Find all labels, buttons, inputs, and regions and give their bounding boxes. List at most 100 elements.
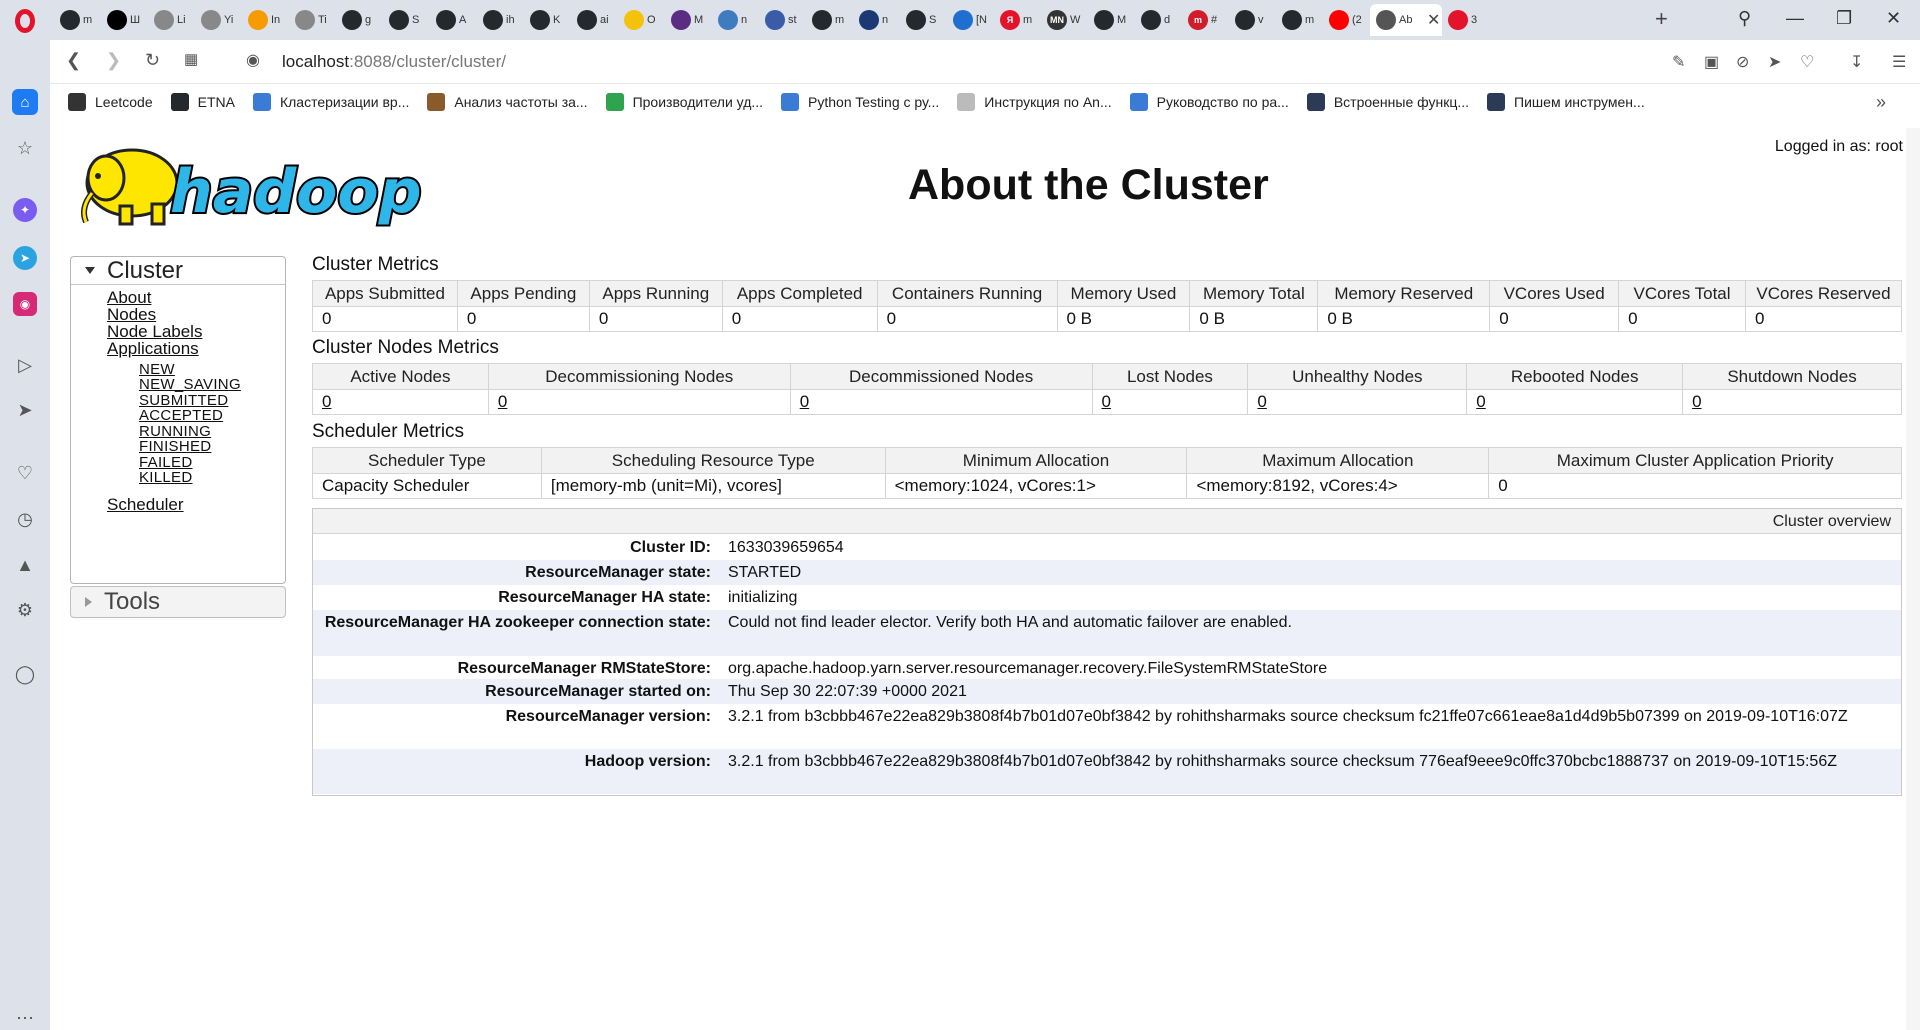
browser-tab[interactable]: Ti xyxy=(289,4,336,36)
column-header[interactable]: Active Nodes xyxy=(312,363,489,390)
column-header[interactable]: Apps Pending xyxy=(456,280,590,307)
browser-tab[interactable]: 3 xyxy=(1442,4,1489,36)
metric-value[interactable]: 0 xyxy=(1247,389,1468,415)
metric-value[interactable]: 0 xyxy=(1682,389,1902,415)
browser-tab[interactable]: Яm xyxy=(994,4,1041,36)
search-tabs-icon[interactable]: ⚲ xyxy=(1738,8,1751,29)
browser-tab[interactable]: M xyxy=(1088,4,1135,36)
browser-tab[interactable]: ih xyxy=(477,4,524,36)
bookmark-item[interactable]: ETNA xyxy=(170,93,235,111)
instagram-icon[interactable]: ◉ xyxy=(13,292,37,316)
metric-value[interactable]: 0 xyxy=(487,389,791,415)
close-window-button[interactable]: ✕ xyxy=(1886,8,1901,29)
bookmarks-more-icon[interactable]: » xyxy=(1876,92,1896,113)
column-header[interactable]: Minimum Allocation xyxy=(884,447,1188,474)
column-header[interactable]: Scheduling Resource Type xyxy=(540,447,886,474)
column-header[interactable]: Decommissioning Nodes xyxy=(487,363,791,390)
column-header[interactable]: Memory Reserved xyxy=(1317,280,1491,307)
metric-value[interactable]: 0 xyxy=(1091,389,1249,415)
column-header[interactable]: Unhealthy Nodes xyxy=(1247,363,1468,390)
browser-tab[interactable]: m # xyxy=(1182,4,1229,36)
browser-tab[interactable]: v xyxy=(1229,4,1276,36)
browser-tab[interactable]: st xyxy=(759,4,806,36)
home-icon[interactable]: ⌂ xyxy=(12,89,38,115)
column-header[interactable]: Apps Running xyxy=(588,280,723,307)
column-header[interactable]: Containers Running xyxy=(876,280,1058,307)
browser-tab[interactable]: MN W xyxy=(1041,4,1088,36)
bookmark-item[interactable]: Руководство по ра... xyxy=(1129,93,1289,111)
bookmark-item[interactable]: Инструкция по An... xyxy=(957,93,1112,111)
column-header[interactable]: Lost Nodes xyxy=(1091,363,1249,390)
telegram-icon[interactable]: ➤ xyxy=(13,246,37,270)
tools-nav-header[interactable]: Tools xyxy=(70,586,286,618)
browser-tab[interactable]: g xyxy=(336,4,383,36)
snapshot-icon[interactable]: ▣ xyxy=(1704,52,1719,72)
cluster-nav-header[interactable]: Cluster xyxy=(71,257,285,285)
browser-tab[interactable]: In xyxy=(242,4,289,36)
browser-tab[interactable]: m xyxy=(1276,4,1323,36)
browser-tab[interactable]: Li xyxy=(148,4,195,36)
column-header[interactable]: VCores Reserved xyxy=(1744,280,1903,307)
restore-button[interactable]: ❐ xyxy=(1836,8,1852,29)
browser-tab[interactable]: d xyxy=(1135,4,1182,36)
history-clock-icon[interactable]: ◷ xyxy=(13,507,37,531)
forward-button[interactable]: ❯ xyxy=(106,50,121,71)
nav-link-app-new-saving[interactable]: NEW_SAVING xyxy=(139,376,241,393)
nav-link-applications[interactable]: Applications xyxy=(107,339,199,359)
download-icon[interactable]: ↧ xyxy=(1850,52,1863,72)
extensions-cube-icon[interactable]: ▲ xyxy=(13,553,37,577)
nav-link-app-accepted[interactable]: ACCEPTED xyxy=(139,407,223,424)
bookmark-item[interactable]: Кластеризации вр... xyxy=(252,93,409,111)
column-header[interactable]: Memory Total xyxy=(1189,280,1319,307)
send-icon[interactable]: ➤ xyxy=(1768,52,1781,72)
minimize-button[interactable]: — xyxy=(1786,8,1804,29)
bookmark-item[interactable]: Python Testing с ру... xyxy=(781,93,939,111)
browser-tab[interactable]: O xyxy=(618,4,665,36)
browser-tab[interactable]: m xyxy=(54,4,101,36)
opera-logo-icon[interactable] xyxy=(8,6,42,36)
nav-link-scheduler[interactable]: Scheduler xyxy=(107,495,184,515)
column-header[interactable]: Scheduler Type xyxy=(312,447,542,474)
site-info-icon[interactable]: ◉ xyxy=(246,50,260,70)
browser-tab[interactable]: S xyxy=(900,4,947,36)
player-icon[interactable]: ▷ xyxy=(13,353,37,377)
browser-tab[interactable]: (2 xyxy=(1323,4,1370,36)
column-header[interactable]: Maximum Cluster Application Priority xyxy=(1488,447,1902,474)
column-header[interactable]: Apps Completed xyxy=(721,280,878,307)
tips-bulb-icon[interactable]: ◯ xyxy=(13,662,37,686)
browser-tab-active[interactable]: Ab ✕ xyxy=(1370,4,1442,36)
bookmarks-star-icon[interactable]: ☆ xyxy=(13,136,37,160)
bookmark-item[interactable]: Встроенные функц... xyxy=(1306,93,1469,111)
browser-tab[interactable]: n xyxy=(853,4,900,36)
nav-link-app-finished[interactable]: FINISHED xyxy=(139,438,211,455)
browser-tab[interactable]: n xyxy=(712,4,759,36)
browser-tab[interactable]: ai xyxy=(571,4,618,36)
reload-button[interactable]: ↻ xyxy=(145,50,160,71)
bookmark-item[interactable]: Пишем инструмен... xyxy=(1487,93,1645,111)
adblock-icon[interactable]: ⊘ xyxy=(1736,52,1749,72)
browser-tab[interactable]: Yi xyxy=(195,4,242,36)
bookmark-item[interactable]: Leetcode xyxy=(68,93,153,111)
close-tab-icon[interactable]: ✕ xyxy=(1427,10,1440,30)
speed-dial-icon[interactable]: ▦ xyxy=(184,50,198,68)
heart-icon[interactable]: ♡ xyxy=(1800,52,1814,72)
metric-value[interactable]: 0 xyxy=(1466,389,1684,415)
bookmark-item[interactable]: Анализ частоты за... xyxy=(427,93,588,111)
settings-gear-icon[interactable]: ⚙ xyxy=(13,598,37,622)
browser-tab[interactable]: A xyxy=(430,4,477,36)
browser-tab[interactable]: [N xyxy=(947,4,994,36)
back-button[interactable]: ❮ xyxy=(66,50,81,71)
metric-value[interactable]: 0 xyxy=(789,389,1093,415)
browser-tab[interactable]: m xyxy=(806,4,853,36)
column-header[interactable]: Maximum Allocation xyxy=(1186,447,1490,474)
flow-icon[interactable]: ➤ xyxy=(13,398,37,422)
column-header[interactable]: Memory Used xyxy=(1056,280,1191,307)
column-header[interactable]: VCores Total xyxy=(1618,280,1746,307)
column-header[interactable]: Rebooted Nodes xyxy=(1466,363,1684,390)
sidebar-more-icon[interactable]: ⋯ xyxy=(13,1006,37,1030)
edit-icon[interactable]: ✎ xyxy=(1672,52,1685,72)
nav-link-app-killed[interactable]: KILLED xyxy=(139,469,193,486)
browser-tab[interactable]: S xyxy=(383,4,430,36)
bookmark-item[interactable]: Производители уд... xyxy=(605,93,763,111)
browser-tab[interactable]: M xyxy=(665,4,712,36)
